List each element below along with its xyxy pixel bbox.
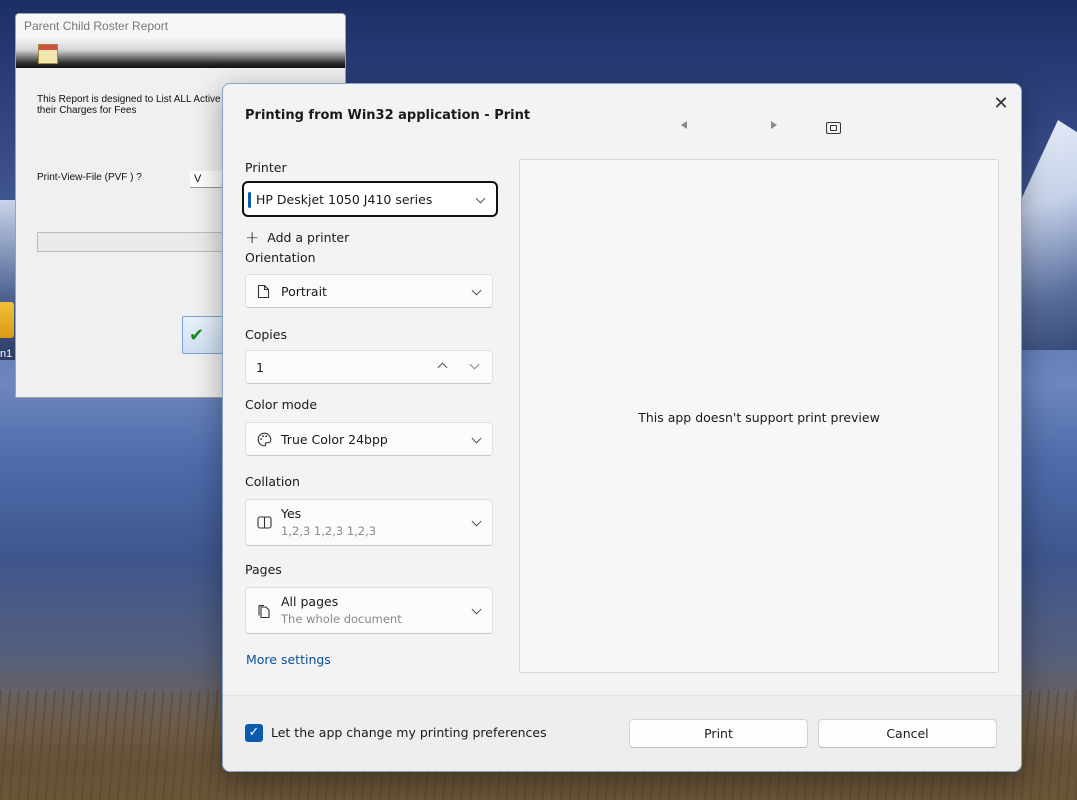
focus-indicator [248, 192, 251, 208]
pages-value: All pages [281, 594, 339, 609]
collation-label: Collation [245, 474, 300, 489]
orientation-label: Orientation [245, 250, 316, 265]
preferences-checkbox-label[interactable]: Let the app change my printing preferenc… [271, 725, 547, 740]
pages-icon [257, 604, 271, 619]
next-page-icon[interactable] [771, 121, 777, 129]
pages-label: Pages [245, 562, 282, 577]
more-settings-link[interactable]: More settings [246, 652, 331, 667]
fit-to-window-icon[interactable] [826, 122, 841, 134]
pvf-label: Print-View-File (PVF ) ? [37, 172, 142, 183]
checkmark-icon: ✓ [248, 725, 260, 740]
previous-page-icon[interactable] [681, 121, 687, 129]
chevron-down-icon [471, 285, 482, 296]
printer-select[interactable]: HP Deskjet 1050 J410 series [242, 181, 498, 217]
dialog-footer: ✓ Let the app change my printing prefere… [223, 695, 1021, 771]
chevron-down-icon[interactable] [469, 359, 480, 370]
legacy-toolbar [16, 38, 345, 68]
collation-select[interactable]: Yes 1,2,3 1,2,3 1,2,3 [245, 499, 493, 546]
dialog-title: Printing from Win32 application - Print [245, 108, 531, 123]
chevron-up-icon[interactable] [437, 362, 448, 373]
copies-stepper[interactable]: 1 [245, 350, 493, 384]
page-icon [257, 284, 271, 299]
copies-label: Copies [245, 327, 287, 342]
pages-select[interactable]: All pages The whole document [245, 587, 493, 634]
collation-icon [257, 516, 272, 530]
collation-value: Yes [281, 506, 302, 521]
orientation-select[interactable]: Portrait [245, 274, 493, 308]
pvf-input[interactable]: V [190, 171, 222, 188]
plus-icon: + [245, 228, 260, 248]
chevron-down-icon [471, 516, 482, 527]
print-preview-pane: This app doesn't support print preview [519, 159, 999, 673]
palette-icon [257, 432, 272, 447]
check-icon: ✔ [189, 325, 205, 346]
add-printer-label: Add a printer [267, 230, 350, 245]
printer-label: Printer [245, 160, 287, 175]
collation-sub: 1,2,3 1,2,3 1,2,3 [281, 524, 377, 538]
color-mode-label: Color mode [245, 397, 318, 412]
print-dialog: Printing from Win32 application - Print … [222, 83, 1022, 772]
print-button[interactable]: Print [629, 719, 808, 748]
copies-value: 1 [256, 360, 264, 375]
close-icon: ✕ [993, 93, 1009, 114]
preferences-checkbox[interactable]: ✓ [245, 724, 263, 742]
chevron-down-icon [471, 433, 482, 444]
preview-message: This app doesn't support print preview [638, 410, 880, 425]
legacy-window-title: Parent Child Roster Report [16, 14, 345, 38]
printer-value: HP Deskjet 1050 J410 series [256, 192, 433, 207]
chevron-down-icon [471, 604, 482, 615]
pages-sub: The whole document [281, 612, 402, 626]
calendar-icon[interactable] [38, 44, 58, 64]
desktop-icon-label[interactable]: n1 [0, 348, 12, 360]
chevron-down-icon [475, 193, 486, 204]
folder-icon[interactable] [0, 302, 14, 338]
color-mode-value: True Color 24bpp [281, 432, 388, 447]
add-printer-link[interactable]: + Add a printer [245, 228, 349, 248]
orientation-value: Portrait [281, 284, 327, 299]
color-mode-select[interactable]: True Color 24bpp [245, 422, 493, 456]
cancel-button[interactable]: Cancel [818, 719, 997, 748]
close-button[interactable]: ✕ [987, 90, 1015, 118]
